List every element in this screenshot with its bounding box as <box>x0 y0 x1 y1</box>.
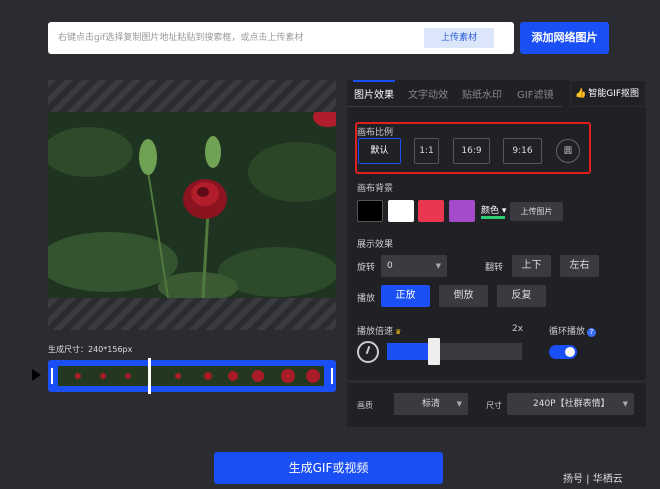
generate-button[interactable]: 生成GIF或视频 <box>214 452 443 484</box>
smart-cutout-button[interactable]: 👍 智能GIF抠图 <box>570 80 646 107</box>
ratio-default-button[interactable]: 默认 <box>358 138 401 164</box>
rotate-label: 旋转 <box>357 263 376 273</box>
ratio-16-9-button[interactable]: 16:9 <box>453 138 490 164</box>
add-web-image-button[interactable]: 添加网络图片 <box>520 22 609 54</box>
speed-value: 2x <box>512 324 524 334</box>
chevron-down-icon: ▼ <box>435 262 441 270</box>
ratio-1-1-button[interactable]: 1:1 <box>414 138 439 164</box>
frame-strip <box>58 366 324 386</box>
help-icon[interactable]: ? <box>587 328 597 337</box>
quality-value: 标清 <box>421 399 440 409</box>
timeline-end-handle[interactable] <box>331 368 333 384</box>
flip-horizontal-button[interactable]: 左右 <box>560 255 599 277</box>
watermark-text: 扬号 | 华栖云 <box>563 474 623 485</box>
speed-slider[interactable] <box>387 338 522 365</box>
smart-cutout-label: 智能GIF抠图 <box>588 89 640 99</box>
swatch-red[interactable] <box>418 200 444 222</box>
flip-label: 翻转 <box>485 263 504 273</box>
rotate-value: 0 <box>387 261 393 271</box>
play-icon[interactable] <box>32 369 41 381</box>
tab-image-effects[interactable]: 图片效果 <box>354 86 394 101</box>
thumbs-up-icon: 👍 <box>575 89 587 99</box>
loop-label: 循环播放 <box>549 327 586 337</box>
chevron-down-icon: ▼ <box>622 400 628 408</box>
ratio-9-16-button[interactable]: 9:16 <box>503 138 542 164</box>
preview-image <box>48 112 336 298</box>
swatch-white[interactable] <box>388 200 414 222</box>
swatch-black[interactable] <box>357 200 383 222</box>
tab-text-animation[interactable]: 文字动效 <box>408 86 448 101</box>
chevron-down-icon: ▼ <box>456 400 462 408</box>
canvas-bg-title: 画布背景 <box>357 184 394 194</box>
current-color-bar <box>481 216 505 219</box>
crown-icon: ♛ <box>395 328 402 336</box>
timeline[interactable] <box>48 358 336 394</box>
active-tab-indicator <box>353 80 395 82</box>
tab-bar: 图片效果 文字动效 贴纸水印 GIF滤镜 <box>347 80 562 107</box>
tab-gif-filter[interactable]: GIF滤镜 <box>517 86 553 101</box>
speed-slider-thumb[interactable] <box>428 338 440 365</box>
search-input[interactable] <box>58 22 428 54</box>
search-box: 上传素材 <box>48 22 514 54</box>
play-repeat-button[interactable]: 反复 <box>497 285 546 307</box>
color-picker-dropdown[interactable]: 颜色 ▾ <box>481 203 506 216</box>
toggle-knob <box>565 347 575 357</box>
loop-toggle[interactable] <box>549 345 577 359</box>
speed-slider-fill <box>387 343 434 360</box>
size-value: 240P【社群表情】 <box>533 399 610 409</box>
speed-label-row: 播放倍速 ♛ <box>357 324 401 337</box>
size-select[interactable]: 240P【社群表情】 ▼ <box>507 393 634 415</box>
color-label: 颜色 <box>481 206 500 216</box>
ratio-circle-button[interactable]: 圆 <box>556 139 580 163</box>
timeline-start-handle[interactable] <box>51 368 53 384</box>
speedometer-icon <box>357 341 379 363</box>
speed-label: 播放倍速 <box>357 327 394 337</box>
upload-background-image-button[interactable]: 上传图片 <box>510 202 563 221</box>
display-effects-title: 展示效果 <box>357 240 394 250</box>
rotate-select[interactable]: 0 ▼ <box>381 255 447 277</box>
play-forward-button[interactable]: 正放 <box>381 285 430 307</box>
chevron-down-icon: ▾ <box>499 206 507 216</box>
quality-label: 画质 <box>357 401 373 410</box>
tab-sticker-watermark[interactable]: 贴纸水印 <box>462 86 502 101</box>
loop-label-row: 循环播放? <box>549 324 597 337</box>
flip-vertical-button[interactable]: 上下 <box>512 255 551 277</box>
play-reverse-button[interactable]: 倒放 <box>439 285 488 307</box>
canvas-area <box>48 80 336 330</box>
size-label: 尺寸 <box>486 401 502 410</box>
canvas-ratio-title: 画布比例 <box>357 128 394 138</box>
swatch-purple[interactable] <box>449 200 475 222</box>
output-size-label: 生成尺寸：240*156px <box>48 345 133 354</box>
quality-select[interactable]: 标清 ▼ <box>394 393 468 415</box>
timeline-cursor[interactable] <box>148 358 151 394</box>
play-mode-label: 播放 <box>357 294 376 304</box>
upload-material-button[interactable]: 上传素材 <box>424 28 494 48</box>
